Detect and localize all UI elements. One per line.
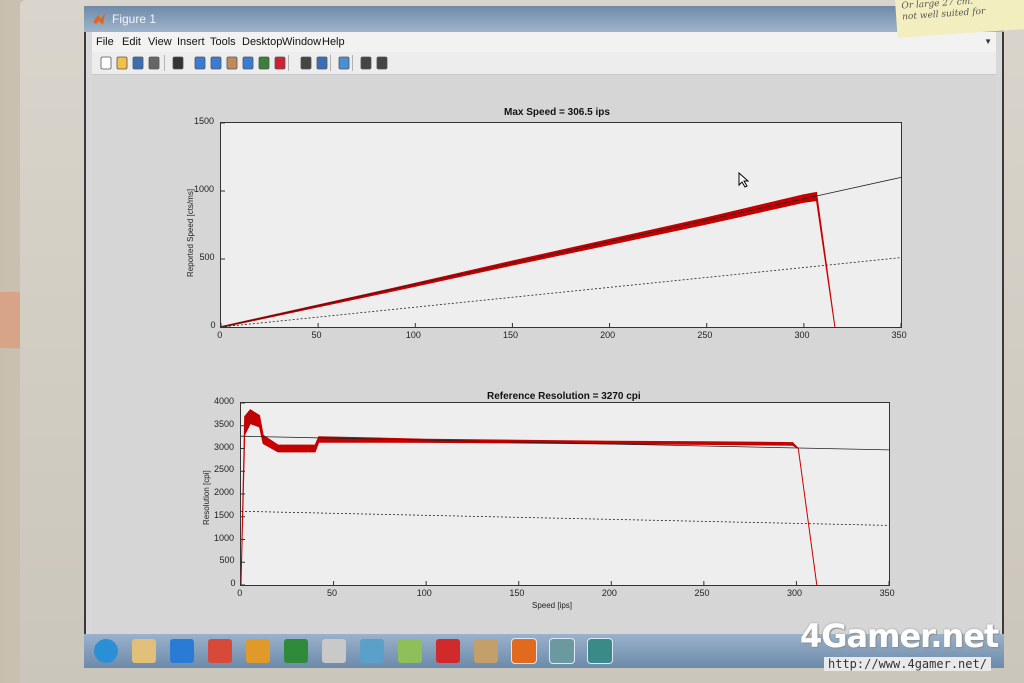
axes2[interactable] bbox=[240, 402, 890, 586]
axes2-xtick-label: 0 bbox=[237, 588, 243, 598]
axes2-ytick-label: 4000 bbox=[214, 396, 235, 406]
axes2-ytick-label: 3500 bbox=[214, 418, 235, 429]
axes1-xtick-label: 200 bbox=[600, 330, 616, 340]
axes2-xtick-label: 200 bbox=[601, 588, 617, 598]
edit-plot-icon[interactable] bbox=[170, 55, 186, 71]
menu-view[interactable]: View bbox=[148, 36, 172, 48]
internet-explorer-icon[interactable] bbox=[170, 639, 194, 663]
toolbar-separator bbox=[288, 55, 289, 71]
axes1-ytick-label: 1500 bbox=[194, 116, 215, 126]
hide-plot-tools-icon[interactable] bbox=[358, 55, 374, 71]
data-cursor-icon[interactable] bbox=[256, 55, 272, 71]
monitor-bezel: Figure 1 File Edit View Insert Tools Des… bbox=[20, 0, 1024, 683]
axes1-title: Max Speed = 306.5 ips bbox=[504, 107, 610, 118]
excel-icon[interactable] bbox=[284, 639, 308, 663]
axes2-xtick-label: 350 bbox=[879, 588, 895, 598]
axes1-xtick-label: 350 bbox=[891, 330, 907, 340]
show-plot-tools-icon[interactable] bbox=[374, 55, 390, 71]
open-file-icon[interactable] bbox=[114, 55, 130, 71]
matlab-icon[interactable] bbox=[511, 638, 537, 664]
axes1-ytick-label: 0 bbox=[210, 320, 216, 330]
menu-tools[interactable]: Tools bbox=[210, 36, 236, 48]
axes2-xtick-label: 150 bbox=[509, 588, 525, 598]
menu-help[interactable]: Help bbox=[322, 36, 345, 48]
matlab-logo-icon bbox=[93, 13, 105, 25]
axes2-xlabel: Speed [ips] bbox=[532, 601, 573, 610]
link-plot-icon[interactable] bbox=[298, 55, 314, 71]
zoom-out-icon[interactable] bbox=[208, 55, 224, 71]
notepad-plus-icon[interactable] bbox=[398, 639, 422, 663]
watermark: 4Gamer.net http://www.4gamer.net/ bbox=[800, 617, 999, 671]
axes1[interactable] bbox=[220, 122, 902, 329]
axes1-xtick-label: 250 bbox=[697, 330, 713, 340]
axes1-series-reference-solid bbox=[220, 177, 902, 328]
axes1-ytick-label: 500 bbox=[199, 252, 215, 262]
menu-window[interactable]: Window bbox=[282, 36, 321, 48]
axes2-plot bbox=[240, 402, 890, 586]
axes1-ytick-label: 1000 bbox=[194, 184, 215, 194]
axes2-series-reference-dashed bbox=[240, 510, 890, 526]
dock-arrow-icon[interactable]: ▼ bbox=[984, 37, 992, 46]
axes2-xtick-label: 250 bbox=[694, 588, 710, 598]
image-viewer-icon[interactable] bbox=[549, 638, 575, 664]
axes2-ytick-label: 2500 bbox=[214, 464, 235, 475]
axes2-xtick-label: 300 bbox=[787, 588, 803, 598]
app-icon[interactable] bbox=[360, 639, 384, 663]
axes1-ylabel: Reported Speed [cts/ms] bbox=[186, 188, 195, 277]
axes2-ytick-label: 2000 bbox=[214, 487, 235, 497]
window-title: Figure 1 bbox=[112, 12, 157, 26]
menu-insert[interactable]: Insert bbox=[177, 36, 205, 48]
menu-edit[interactable]: Edit bbox=[122, 36, 141, 48]
chrome-icon[interactable] bbox=[208, 639, 232, 663]
axes1-xtick-label: 150 bbox=[503, 330, 519, 340]
legend-icon[interactable] bbox=[336, 55, 352, 71]
toolbar-separator bbox=[352, 55, 353, 71]
axes1-series-reference-dashed bbox=[220, 257, 902, 328]
archive-icon[interactable] bbox=[474, 639, 498, 663]
menu-bar: File Edit View Insert Tools Desktop Wind… bbox=[92, 32, 996, 53]
bus-app-icon[interactable] bbox=[587, 638, 613, 664]
axes1-xtick-label: 100 bbox=[405, 330, 421, 340]
watermark-logo: 4Gamer.net bbox=[800, 617, 999, 655]
menu-file[interactable]: File bbox=[96, 36, 114, 48]
axes2-ylabel: Resolution [cpi] bbox=[202, 470, 211, 525]
axes2-ytick-label: 0 bbox=[230, 578, 236, 588]
axes1-plot bbox=[220, 122, 902, 329]
axes2-ytick-label: 1000 bbox=[214, 532, 235, 543]
media-icon[interactable] bbox=[246, 639, 270, 663]
axes2-xtick-label: 100 bbox=[416, 588, 432, 598]
zoom-in-icon[interactable] bbox=[192, 55, 208, 71]
paint-icon[interactable] bbox=[436, 639, 460, 663]
axes1-xtick-label: 50 bbox=[311, 330, 322, 340]
brush-icon[interactable] bbox=[272, 55, 288, 71]
print-icon[interactable] bbox=[146, 55, 162, 71]
mouse-cursor-icon bbox=[738, 172, 750, 188]
axes2-title: Reference Resolution = 3270 cpi bbox=[487, 391, 641, 402]
start-orb-icon[interactable] bbox=[94, 639, 118, 663]
axes2-ytick-label: 1500 bbox=[214, 509, 235, 520]
toolbar-separator bbox=[330, 55, 331, 71]
pan-icon[interactable] bbox=[224, 55, 240, 71]
axes2-ytick-label: 500 bbox=[219, 555, 235, 566]
axes2-ytick-label: 3000 bbox=[214, 441, 235, 452]
figure-toolbar bbox=[92, 52, 996, 75]
file-explorer-icon[interactable] bbox=[132, 639, 156, 663]
menu-desktop[interactable]: Desktop bbox=[242, 36, 282, 48]
axes2-xtick-label: 50 bbox=[326, 588, 337, 598]
monitor-screen: Figure 1 File Edit View Insert Tools Des… bbox=[84, 6, 1004, 668]
notepad-icon[interactable] bbox=[322, 639, 346, 663]
figure-canvas: Max Speed = 306.5 ips Reported Speed [ct… bbox=[92, 75, 996, 643]
save-icon[interactable] bbox=[130, 55, 146, 71]
axes1-xtick-label: 0 bbox=[217, 330, 223, 340]
new-figure-icon[interactable] bbox=[98, 55, 114, 71]
window-titlebar[interactable]: Figure 1 bbox=[84, 6, 1004, 32]
watermark-url: http://www.4gamer.net/ bbox=[824, 657, 991, 671]
rotate-icon[interactable] bbox=[240, 55, 256, 71]
axes2-series-measured bbox=[240, 409, 818, 586]
toolbar-separator bbox=[164, 55, 165, 71]
colorbar-icon[interactable] bbox=[314, 55, 330, 71]
axes1-xtick-label: 300 bbox=[794, 330, 810, 340]
